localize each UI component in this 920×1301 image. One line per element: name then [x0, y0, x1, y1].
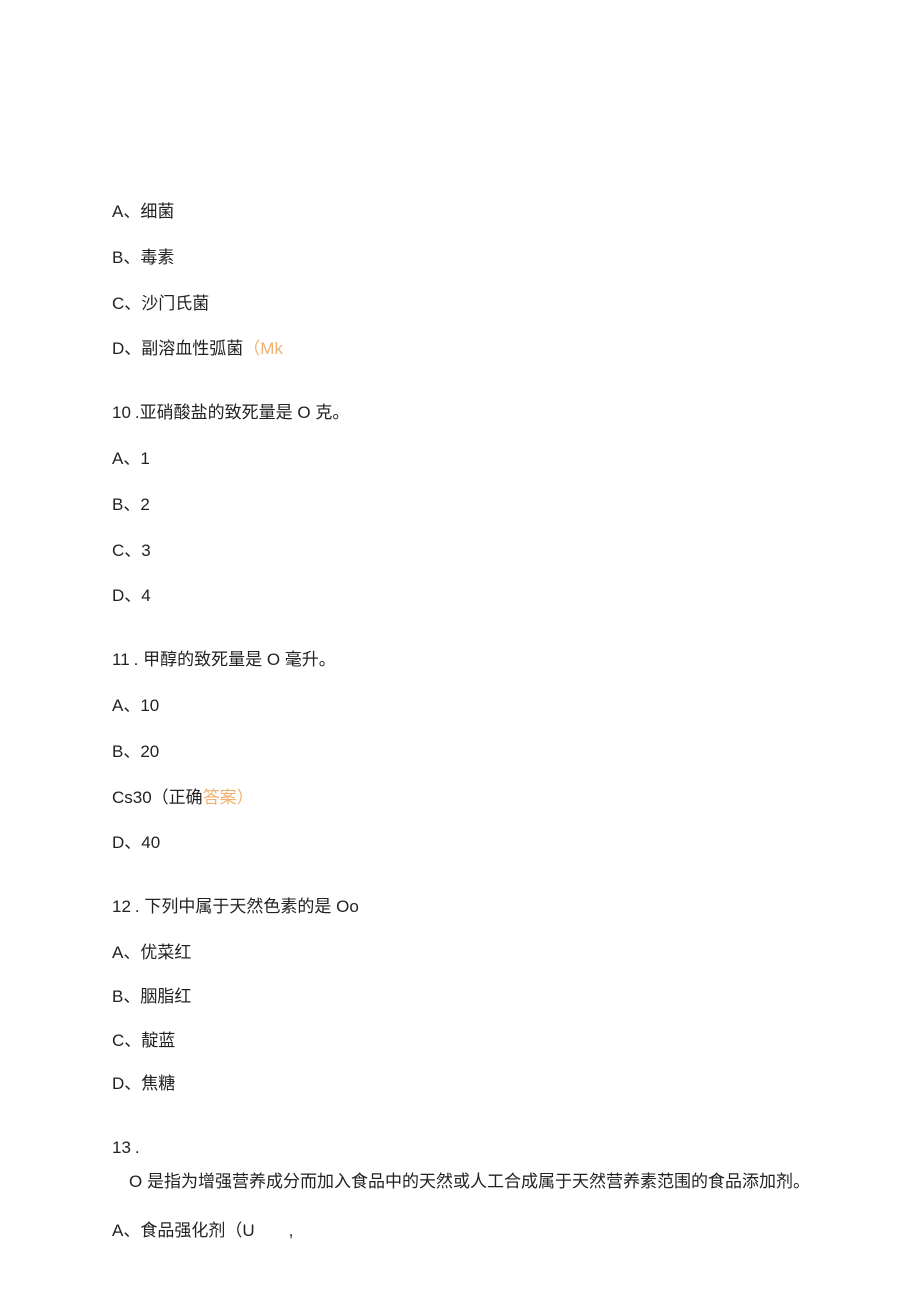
question-number: 10	[112, 403, 131, 422]
question-stem: 10.亚硝酸盐的致死量是 O 克。	[112, 401, 810, 425]
option-prefix: B、	[112, 248, 140, 267]
question-12: 12. 下列中属于天然色素的是 Oo A、优菜红 B、胭脂红 C、靛蓝 D、焦糖	[112, 895, 810, 1096]
option-text: 靛蓝	[141, 1031, 175, 1050]
option-text: 细菌	[140, 202, 174, 221]
question-number: 11	[112, 650, 130, 669]
question-13: 13. O 是指为增强营养成分而加入食品中的天然或人工合成属于天然营养素范围的食…	[112, 1136, 810, 1242]
option-prefix: D、	[112, 339, 141, 358]
question-number: 12	[112, 897, 131, 916]
option-a: A、1	[112, 447, 810, 471]
option-c: Cs30（正确答案）	[112, 786, 810, 810]
option-text: 食品强化剂（U ,	[140, 1221, 293, 1240]
option-prefix: C、	[112, 1031, 141, 1050]
option-c: C、沙门氏菌	[112, 292, 810, 316]
question-text: .	[135, 1138, 140, 1157]
option-prefix: A、	[112, 1221, 140, 1240]
option-a: A、食品强化剂（U ,	[112, 1219, 810, 1243]
option-d: D、副溶血性弧菌（Mk	[112, 337, 810, 361]
option-b: B、20	[112, 740, 810, 764]
question-stem: 12. 下列中属于天然色素的是 Oo	[112, 895, 810, 919]
option-text: 副溶血性弧菌	[141, 339, 243, 358]
question-number: 13	[112, 1138, 131, 1157]
option-d: D、4	[112, 584, 810, 608]
option-text: 胭脂红	[140, 987, 191, 1006]
option-prefix: A、	[112, 202, 140, 221]
option-c: C、3	[112, 539, 810, 563]
option-text: 焦糖	[141, 1074, 175, 1093]
option-c: C、靛蓝	[112, 1029, 810, 1053]
question-stem: 13.	[112, 1136, 810, 1160]
question-text: . 下列中属于天然色素的是 Oo	[135, 897, 359, 916]
question-stem: 11. 甲醇的致死量是 O 毫升。	[112, 648, 810, 672]
answer-marker: （Mk	[243, 339, 283, 358]
option-prefix: D、	[112, 1074, 141, 1093]
question-description: O 是指为增强营养成分而加入食品中的天然或人工合成属于天然营养素范围的食品添加剂…	[112, 1168, 810, 1197]
option-a: A、细菌	[112, 200, 810, 224]
option-prefix: A、	[112, 943, 140, 962]
question-10: 10.亚硝酸盐的致死量是 O 克。 A、1 B、2 C、3 D、4	[112, 401, 810, 608]
option-d: D、40	[112, 831, 810, 855]
option-d: D、焦糖	[112, 1072, 810, 1096]
question-text: .亚硝酸盐的致死量是 O 克。	[135, 403, 349, 422]
option-text: 沙门氏菌	[141, 294, 209, 313]
option-a: A、优菜红	[112, 941, 810, 965]
question-11: 11. 甲醇的致死量是 O 毫升。 A、10 B、20 Cs30（正确答案） D…	[112, 648, 810, 855]
option-text: 优菜红	[140, 943, 191, 962]
option-a: A、10	[112, 694, 810, 718]
option-b: B、胭脂红	[112, 985, 810, 1009]
option-text: 毒素	[140, 248, 174, 267]
option-prefix: C、	[112, 294, 141, 313]
option-b: B、2	[112, 493, 810, 517]
question-text: . 甲醇的致死量是 O 毫升。	[134, 650, 336, 669]
option-prefix: B、	[112, 987, 140, 1006]
question-9-options: A、细菌 B、毒素 C、沙门氏菌 D、副溶血性弧菌（Mk	[112, 200, 810, 361]
option-b: B、毒素	[112, 246, 810, 270]
option-text: Cs30（正确	[112, 788, 203, 807]
answer-marker: 答案）	[203, 788, 254, 807]
